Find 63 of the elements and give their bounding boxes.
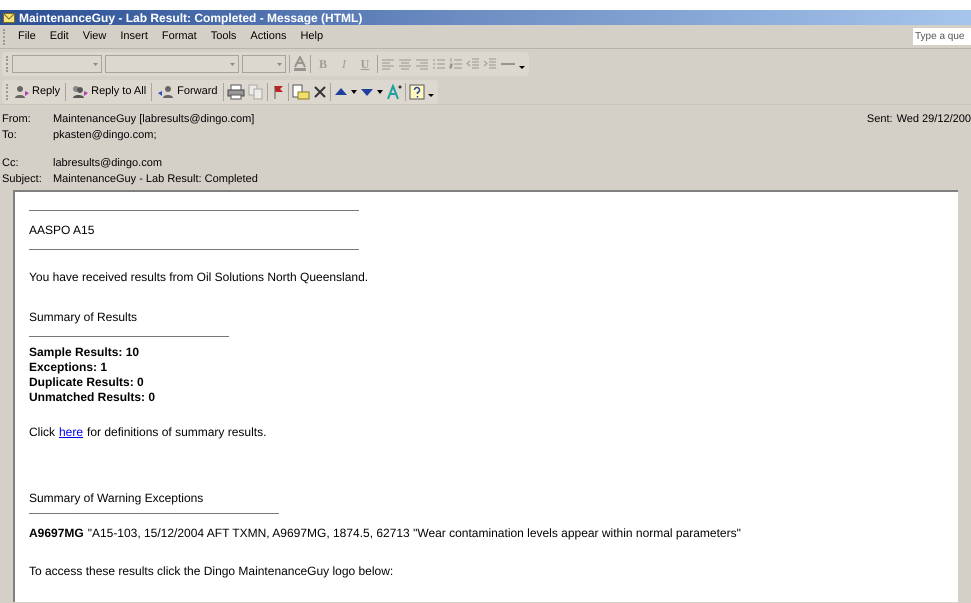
menu-item[interactable]: View	[76, 27, 112, 46]
summary-line: Exceptions: 1	[29, 360, 108, 375]
up-arrow-icon[interactable]	[334, 86, 348, 98]
menu-item[interactable]: Format	[156, 27, 203, 46]
caret-icon[interactable]	[350, 90, 356, 94]
font-icon[interactable]	[386, 84, 402, 100]
numbered-list-icon[interactable]	[449, 57, 463, 71]
caret-icon[interactable]	[376, 90, 382, 94]
people-icon	[14, 84, 30, 98]
toolbar-button[interactable]: Reply to All	[69, 82, 148, 102]
menu-item[interactable]: File	[12, 27, 42, 46]
envelope-icon	[3, 12, 15, 22]
dropdown-field[interactable]	[242, 55, 286, 73]
exception-text: "A15-103, 15/12/2004 AFT TXMN, A9697MG, 1874.5, 62713 "Wear contamination levels appear within normal parameters"	[88, 525, 741, 542]
menu-item[interactable]: Help	[294, 27, 330, 46]
header-value: MaintenanceGuy - Lab Result: Completed	[53, 172, 258, 187]
header-value: pkasten@dingo.com;	[53, 128, 157, 143]
paragraph-text: Click	[29, 424, 55, 441]
exception-id: A9697MG	[29, 525, 84, 542]
printer-icon[interactable]	[226, 84, 244, 100]
toolbar-button[interactable]: Reply	[12, 82, 62, 102]
caret-icon	[93, 62, 98, 66]
heading: AASPO A15	[29, 222, 96, 239]
people-icon	[157, 84, 176, 98]
menu-item[interactable]: Actions	[244, 27, 292, 46]
people-icon	[71, 84, 90, 98]
caret-icon	[277, 62, 282, 66]
paragraph: To access these results click the Dingo MaintenanceGuy logo below:	[29, 563, 394, 580]
menu-item[interactable]: Tools	[204, 27, 242, 46]
align-left-icon[interactable]	[381, 57, 395, 71]
header-value: labresults@dingo.com	[53, 156, 162, 171]
summary-line: Unmatched Results: 0	[29, 390, 156, 405]
caret-icon	[230, 62, 235, 66]
sent-date: Wed 29/12/200	[896, 112, 971, 127]
section-title: Summary of Warning Exceptions	[29, 490, 204, 507]
summary-line: Duplicate Results: 0	[29, 375, 145, 390]
bullet-list-icon[interactable]	[432, 57, 446, 71]
font-color-icon[interactable]	[293, 56, 307, 72]
paragraph-text: for definitions of summary results.	[87, 424, 266, 441]
header-label: To:	[2, 128, 18, 143]
sent-label: Sent:	[866, 112, 893, 127]
menu-item[interactable]: Edit	[44, 27, 75, 46]
dropdown-field[interactable]	[12, 55, 102, 73]
outdent-icon[interactable]	[466, 57, 480, 71]
help-icon[interactable]	[408, 84, 424, 100]
section-title: Summary of Results	[29, 309, 138, 326]
menu-item[interactable]: Insert	[114, 27, 154, 46]
dropdown-field[interactable]	[105, 55, 239, 73]
help-search-field[interactable]: Type a que	[913, 28, 971, 45]
align-center-icon[interactable]	[398, 57, 412, 71]
indent-icon[interactable]	[483, 57, 497, 71]
paragraph: You have received results from Oil Solutions North Queensland.	[29, 269, 370, 286]
delete-icon[interactable]	[312, 84, 326, 98]
header-label: From:	[2, 112, 32, 127]
summary-line: Sample Results: 10	[29, 345, 140, 360]
header-label: Subject:	[2, 172, 43, 187]
toolbar-button[interactable]: Forward	[155, 82, 220, 102]
window-title: MaintenanceGuy - Lab Result: Completed - Message (HTML)	[19, 12, 362, 24]
align-right-icon[interactable]	[415, 57, 429, 71]
move-to-folder-icon[interactable]	[292, 84, 310, 100]
link[interactable]: here	[59, 423, 84, 441]
header-label: Cc:	[2, 156, 20, 171]
header-value: MaintenanceGuy [labresults@dingo.com]	[53, 112, 254, 127]
